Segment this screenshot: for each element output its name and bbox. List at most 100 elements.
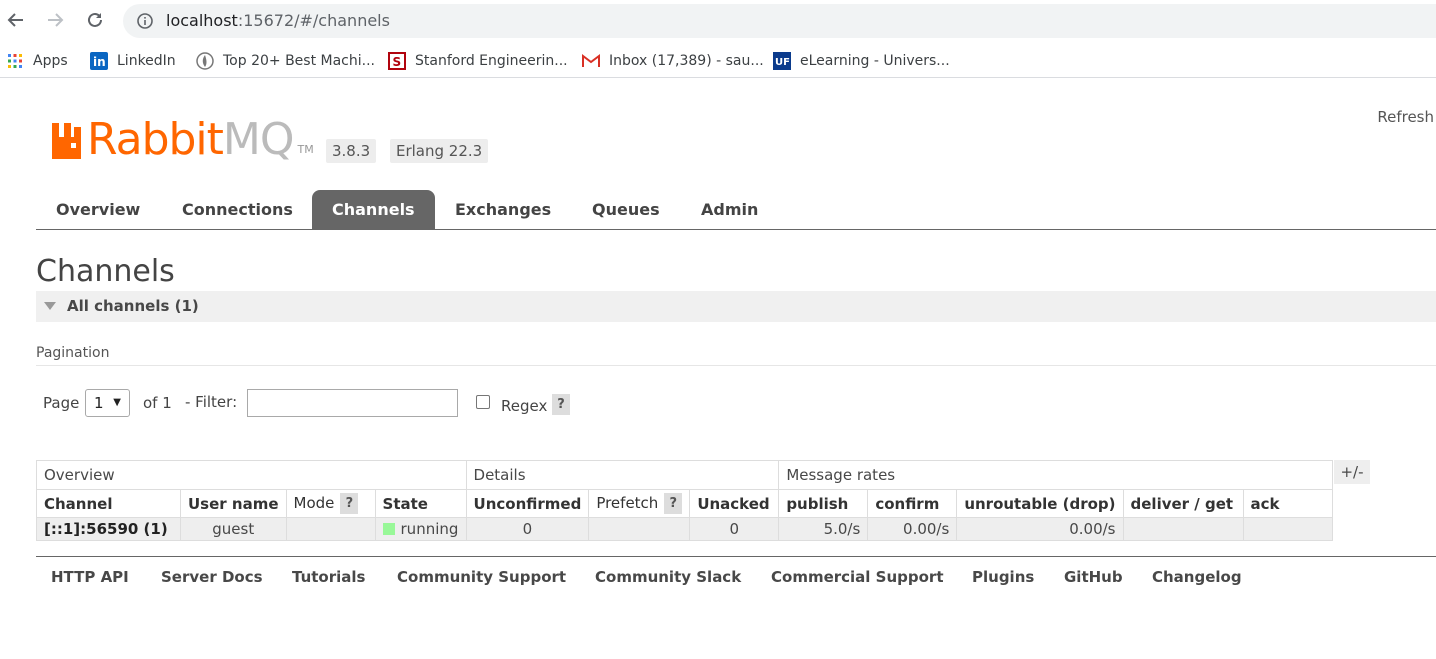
channels-table: Overview Details Message rates Channel U… xyxy=(36,460,1333,541)
col-channel[interactable]: Channel xyxy=(36,489,181,518)
columns-toggle-button[interactable]: +/- xyxy=(1334,460,1370,484)
col-ack: ack xyxy=(1242,489,1333,518)
col-mode-label: Mode xyxy=(293,494,335,512)
regex-help-button[interactable]: ? xyxy=(552,394,570,415)
bookmark-linkedin[interactable]: in LinkedIn xyxy=(90,51,176,71)
footer-link-server-docs[interactable]: Server Docs xyxy=(161,568,263,586)
prefetch-help-button[interactable]: ? xyxy=(664,493,683,514)
col-mode: Mode? xyxy=(285,489,376,518)
version-badge: 3.8.3 xyxy=(326,139,377,163)
uf-icon: UF xyxy=(773,52,791,70)
cell-unacked: 0 xyxy=(689,517,780,541)
linkedin-icon: in xyxy=(90,52,108,70)
bookmark-label: eLearning - Univers... xyxy=(800,53,950,69)
group-overview: Overview xyxy=(36,460,467,490)
svg-text:UF: UF xyxy=(775,57,790,68)
col-state[interactable]: State xyxy=(374,489,467,518)
apps-grid-icon xyxy=(6,52,24,70)
arrow-right-icon xyxy=(48,13,64,27)
footer-link-github[interactable]: GitHub xyxy=(1064,568,1123,586)
footer-link-changelog[interactable]: Changelog xyxy=(1152,568,1242,586)
bookmark-apps[interactable]: Apps xyxy=(6,51,68,71)
pagination-divider xyxy=(36,365,1436,366)
bookmark-label: Apps xyxy=(33,53,68,69)
bookmark-stanford[interactable]: S Stanford Engineerin... xyxy=(388,51,568,71)
collapse-triangle-icon xyxy=(44,302,56,310)
logo-rabbit: Rabbit xyxy=(87,114,224,165)
cell-prefetch xyxy=(588,517,691,541)
filter-input[interactable] xyxy=(247,389,458,417)
table-group-header: Overview Details Message rates xyxy=(36,460,1333,490)
footer-link-plugins[interactable]: Plugins xyxy=(972,568,1034,586)
col-unroutable: unroutable (drop) xyxy=(956,489,1124,518)
cell-unconfirmed: 0 xyxy=(465,517,590,541)
svg-text:in: in xyxy=(93,55,106,69)
col-prefetch: Prefetch? xyxy=(588,489,691,518)
bookmark-elearning[interactable]: UF eLearning - Univers... xyxy=(773,51,950,71)
tab-exchanges[interactable]: Exchanges xyxy=(435,190,571,229)
bookmarks-bar: Apps in LinkedIn Top 20+ Best Machi... S… xyxy=(0,44,1436,78)
address-bar[interactable]: localhost:15672/#/channels xyxy=(123,4,1436,38)
filter-label: - Filter: xyxy=(185,393,238,411)
chevron-down-icon: ▼ xyxy=(113,397,121,408)
reload-icon xyxy=(88,12,102,27)
bookmark-label: Stanford Engineerin... xyxy=(415,53,568,69)
regex-label: Regex xyxy=(501,397,548,415)
refresh-link[interactable]: Refresh xyxy=(1377,108,1434,126)
col-confirm: confirm xyxy=(867,489,958,518)
logo-text: RabbitMQ xyxy=(87,118,295,162)
regex-checkbox[interactable] xyxy=(476,395,490,409)
url-host: localhost xyxy=(166,11,238,30)
page-select[interactable]: 1 ▼ xyxy=(85,389,130,417)
url-text: localhost:15672/#/channels xyxy=(166,11,390,30)
col-unacked[interactable]: Unacked xyxy=(689,489,780,518)
svg-text:S: S xyxy=(393,55,402,69)
col-unconfirmed: Unconfirmed xyxy=(465,489,590,518)
cell-ack xyxy=(1242,517,1333,541)
tab-channels[interactable]: Channels xyxy=(312,190,435,229)
bookmark-machine-learning[interactable]: Top 20+ Best Machi... xyxy=(196,51,375,71)
running-status-icon xyxy=(382,523,395,535)
tab-queues[interactable]: Queues xyxy=(572,190,680,229)
tab-admin[interactable]: Admin xyxy=(681,190,778,229)
footer-link-community-slack[interactable]: Community Slack xyxy=(595,568,741,586)
footer-link-tutorials[interactable]: Tutorials xyxy=(292,568,365,586)
channel-link[interactable]: [::1]:56590 (1) xyxy=(36,517,181,541)
logo-tm: TM xyxy=(297,143,314,156)
forward-button[interactable] xyxy=(43,8,67,32)
footer-link-http-api[interactable]: HTTP API xyxy=(51,568,129,586)
bookmark-label: Inbox (17,389) - sau... xyxy=(609,53,764,69)
url-path: :15672/#/channels xyxy=(237,11,390,30)
logo-mq: MQ xyxy=(222,114,295,165)
gmail-icon xyxy=(582,52,600,70)
info-icon xyxy=(137,13,153,29)
all-channels-section-toggle[interactable]: All channels (1) xyxy=(36,291,1436,322)
col-user-name[interactable]: User name xyxy=(180,489,287,518)
tab-overview[interactable]: Overview xyxy=(36,190,160,229)
footer-link-commercial-support[interactable]: Commercial Support xyxy=(771,568,944,586)
bookmark-label: Top 20+ Best Machi... xyxy=(223,53,375,69)
back-button[interactable] xyxy=(4,8,28,32)
page-label: Page xyxy=(43,394,80,412)
reload-button[interactable] xyxy=(83,8,107,32)
rabbitmq-logo[interactable]: RabbitMQ TM xyxy=(49,116,314,162)
section-title: All channels (1) xyxy=(67,297,199,315)
arrow-left-icon xyxy=(7,13,23,27)
col-publish: publish xyxy=(778,489,869,518)
cell-state: running xyxy=(374,517,467,541)
erlang-badge: Erlang 22.3 xyxy=(390,139,489,163)
globe-icon xyxy=(196,52,214,70)
page-title: Channels xyxy=(36,254,175,289)
browser-toolbar: localhost:15672/#/channels xyxy=(0,0,1436,42)
col-deliver-get: deliver / get xyxy=(1122,489,1244,518)
table-row: [::1]:56590 (1) guest running 0 0 5.0/s … xyxy=(36,517,1333,541)
bookmark-gmail[interactable]: Inbox (17,389) - sau... xyxy=(582,51,764,71)
page-select-value: 1 xyxy=(94,394,104,412)
mode-help-button[interactable]: ? xyxy=(340,493,359,514)
cell-mode xyxy=(285,517,376,541)
main-tabs: Overview Connections Channels Exchanges … xyxy=(36,190,1436,230)
footer-link-community-support[interactable]: Community Support xyxy=(397,568,566,586)
tab-connections[interactable]: Connections xyxy=(162,190,313,229)
cell-deliver-get xyxy=(1122,517,1244,541)
rabbit-logo-icon xyxy=(52,123,81,159)
